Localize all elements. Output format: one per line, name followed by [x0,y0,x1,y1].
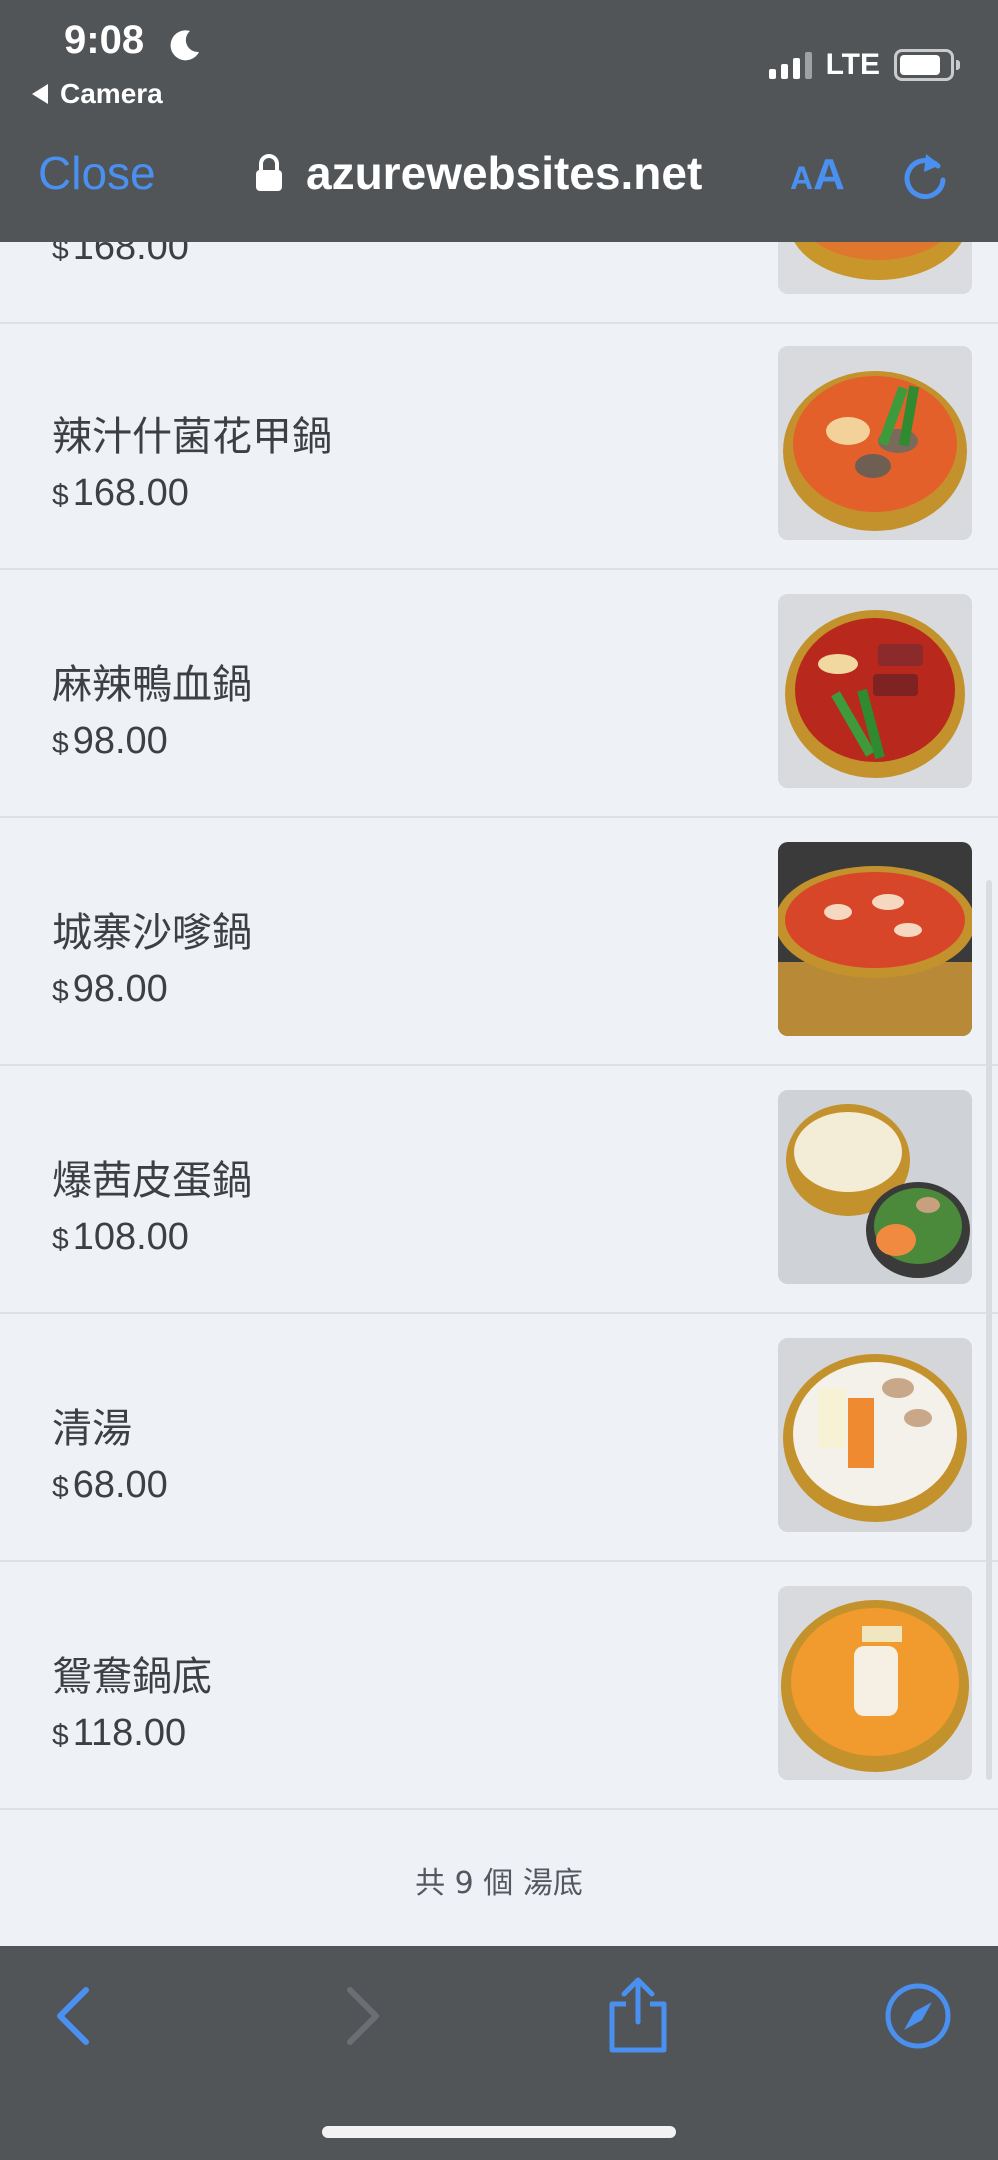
dish-photo [778,346,972,540]
address-bar[interactable]: azurewebsites.net [254,146,702,200]
text-size-button[interactable]: AA [790,150,845,200]
menu-item[interactable]: 辣汁什菌花甲鍋 $168.00 [0,322,998,570]
item-name: 麻辣鴨血鍋 [52,662,252,708]
item-name: 鴛鴦鍋底 [52,1654,212,1700]
status-time: 9:08 [64,18,145,62]
menu-item[interactable]: 鴛鴦鍋底 $118.00 [0,1562,998,1810]
url-text: azurewebsites.net [306,147,703,199]
menu-item[interactable]: 城寨沙嗲鍋 $98.00 [0,818,998,1066]
back-chevron-icon[interactable] [34,1976,114,2056]
menu-item[interactable]: 爆茜皮蛋鍋 $108.00 [0,1066,998,1314]
item-name: 城寨沙嗲鍋 [52,910,252,956]
dish-photo [778,842,972,1036]
close-button[interactable]: Close [38,146,156,200]
reload-icon[interactable] [900,148,950,202]
item-count-label: 共 9 個 湯底 [415,1866,583,1901]
home-indicator [322,2126,676,2138]
item-price: $168.00 [52,472,189,514]
moon-icon [170,30,199,61]
dish-photo [778,1090,972,1284]
battery-icon [894,49,960,81]
lock-icon [256,154,282,191]
dish-photo [778,1586,972,1780]
forward-chevron-icon[interactable] [322,1976,402,2056]
item-name: 清湯 [52,1406,132,1452]
dish-photo [778,594,972,788]
status-indicators: LTE [768,48,960,82]
network-type: LTE [825,48,880,81]
menu-item[interactable]: 清湯 $68.00 [0,1314,998,1562]
share-icon[interactable] [598,1976,678,2056]
signal-icon [768,51,812,79]
item-name: 辣汁什菌花甲鍋 [52,414,332,460]
menu-item[interactable]: 麻辣鴨血鍋 $98.00 [0,570,998,818]
item-price: $108.00 [52,1216,189,1258]
page-scrollbar[interactable] [986,880,992,1780]
back-triangle-icon [32,84,48,104]
back-to-app[interactable]: Camera [32,78,163,110]
item-name: 爆茜皮蛋鍋 [52,1158,252,1204]
dish-photo [778,1338,972,1532]
item-price: $68.00 [52,1464,168,1506]
item-price: $98.00 [52,720,168,762]
item-price: $98.00 [52,968,168,1010]
browser-top-bar: 9:08 Camera LTE Close azurewebsites.net … [0,0,998,242]
compass-icon[interactable] [878,1976,958,2056]
item-price: $118.00 [52,1712,187,1754]
